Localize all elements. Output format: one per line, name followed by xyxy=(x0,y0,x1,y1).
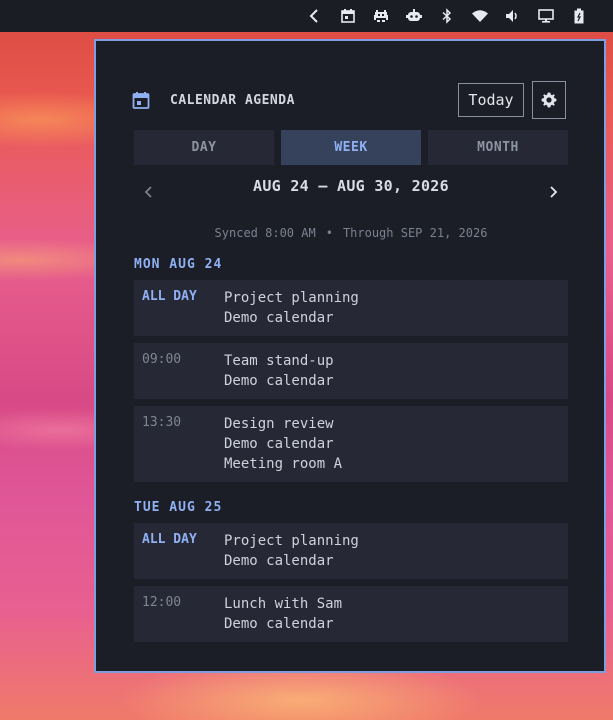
event-time: 09:00 xyxy=(142,352,182,367)
today-button[interactable]: Today xyxy=(458,83,524,117)
event-card[interactable]: ALL DAY Project planning Demo calendar xyxy=(134,280,568,336)
volume-icon[interactable] xyxy=(496,0,529,32)
event-card[interactable]: 09:00 Team stand-up Demo calendar xyxy=(134,343,568,399)
event-card[interactable]: 13:30 Design review Demo calendar Meetin… xyxy=(134,406,568,482)
space-invader-icon[interactable] xyxy=(364,0,397,32)
event-calendar: Demo calendar xyxy=(224,310,334,326)
event-title: Design review xyxy=(224,416,334,432)
event-location: Meeting room A xyxy=(224,456,343,472)
settings-button[interactable] xyxy=(532,81,566,119)
event-title: Project planning xyxy=(224,533,359,549)
panel-title: CALENDAR AGENDA xyxy=(170,92,295,108)
calendar-icon[interactable] xyxy=(331,0,364,32)
event-time: 12:00 xyxy=(142,595,182,610)
robot-icon[interactable] xyxy=(397,0,430,32)
calendar-agenda-panel: CALENDAR AGENDA Today DAY WEEK MONTH AUG… xyxy=(94,39,606,673)
next-week-button[interactable] xyxy=(538,175,568,209)
view-tabs: DAY WEEK MONTH xyxy=(134,130,568,165)
date-range-label: AUG 24 – AUG 30, 2026 xyxy=(253,177,449,195)
chevron-right-icon xyxy=(546,185,560,199)
event-card[interactable]: ALL DAY Project planning Demo calendar xyxy=(134,523,568,579)
monitor-icon[interactable] xyxy=(529,0,562,32)
event-title: Project planning xyxy=(224,290,359,306)
tab-week[interactable]: WEEK xyxy=(281,130,421,165)
panel-header: CALENDAR AGENDA Today xyxy=(132,81,566,119)
separator: • xyxy=(325,226,333,240)
event-title: Team stand-up xyxy=(224,353,334,369)
gear-icon xyxy=(540,91,558,109)
event-calendar: Demo calendar xyxy=(224,436,334,452)
event-calendar: Demo calendar xyxy=(224,373,334,389)
wifi-icon[interactable] xyxy=(463,0,496,32)
previous-week-button[interactable] xyxy=(134,175,164,209)
day-group: MON AUG 24 ALL DAY Project planning Demo… xyxy=(134,255,568,482)
event-title: Lunch with Sam xyxy=(224,596,343,612)
system-tray xyxy=(0,0,613,32)
day-header: TUE AUG 25 xyxy=(134,500,223,515)
event-calendar: Demo calendar xyxy=(224,553,334,569)
event-time: ALL DAY xyxy=(142,289,197,304)
event-card[interactable]: 12:00 Lunch with Sam Demo calendar xyxy=(134,586,568,642)
tab-month[interactable]: MONTH xyxy=(428,130,568,165)
chevron-left-icon xyxy=(142,185,156,199)
event-time: ALL DAY xyxy=(142,532,197,547)
date-range-nav: AUG 24 – AUG 30, 2026 xyxy=(134,175,568,209)
event-time: 13:30 xyxy=(142,415,182,430)
chevron-left-icon[interactable] xyxy=(298,0,331,32)
through-date: Through SEP 21, 2026 xyxy=(342,226,488,240)
day-group: TUE AUG 25 ALL DAY Project planning Demo… xyxy=(134,498,568,642)
battery-icon[interactable] xyxy=(562,0,595,32)
tab-day[interactable]: DAY xyxy=(134,130,274,165)
bluetooth-icon[interactable] xyxy=(430,0,463,32)
synced-time: Synced 8:00 AM xyxy=(214,226,316,240)
calendar-icon xyxy=(132,91,150,109)
event-calendar: Demo calendar xyxy=(224,616,334,632)
day-header: MON AUG 24 xyxy=(134,257,223,272)
agenda-list: MON AUG 24 ALL DAY Project planning Demo… xyxy=(134,255,568,658)
sync-status: Synced 8:00 AM • Through SEP 21, 2026 xyxy=(134,226,568,244)
